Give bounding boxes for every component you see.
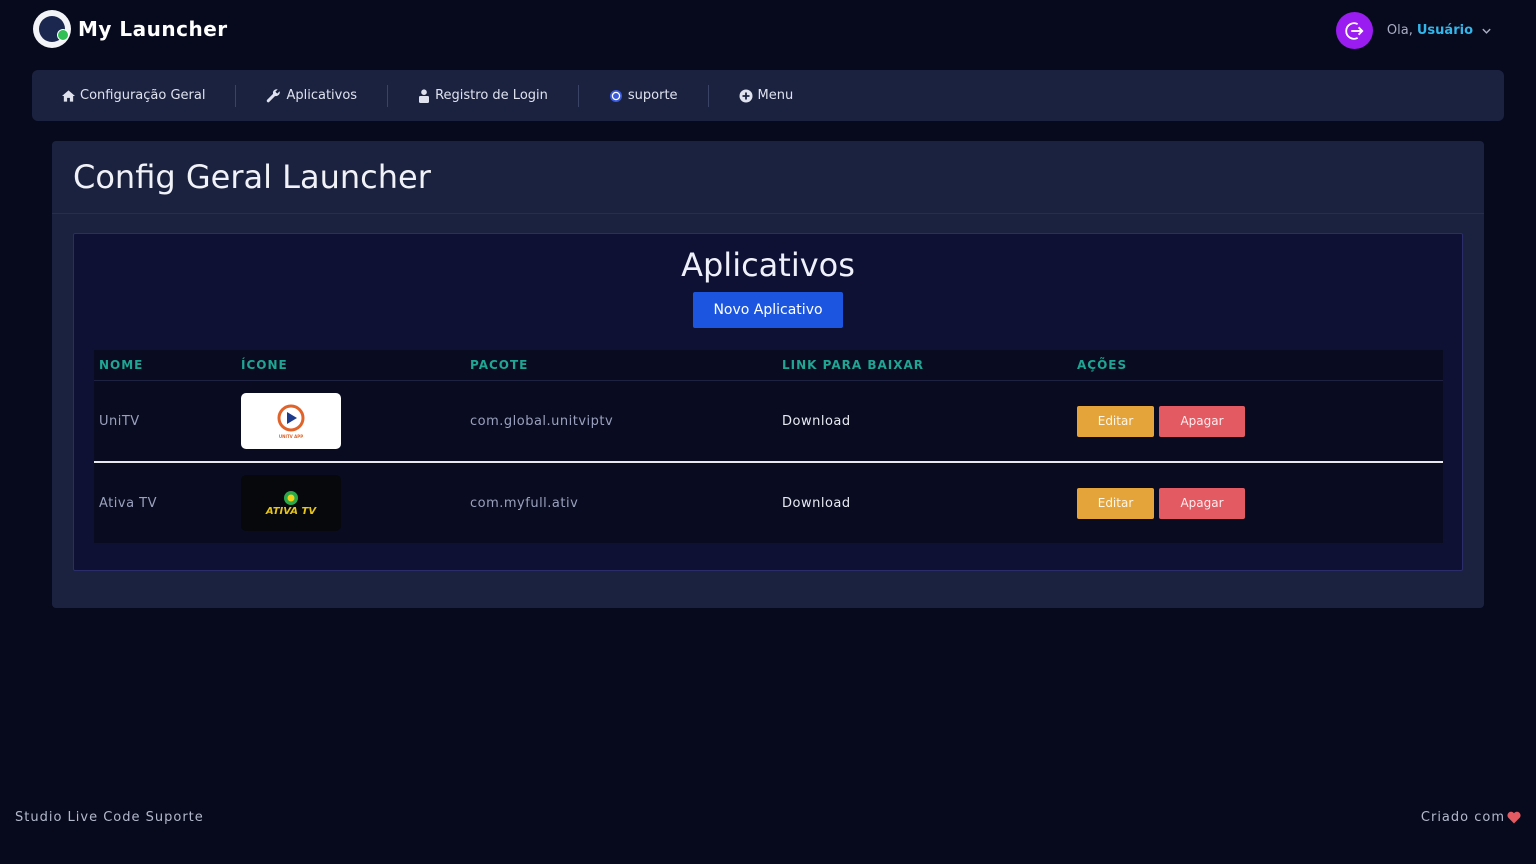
nav-item-suporte[interactable]: suporte <box>579 70 708 121</box>
column-header-icon: ÍCONE <box>241 358 288 372</box>
nav-label: Registro de Login <box>435 88 548 103</box>
apps-table: NOME ÍCONE PACOTE LINK PARA BAIXAR AÇÕES… <box>94 350 1443 543</box>
user-lock-icon <box>419 88 430 103</box>
user-greeting: Ola, <box>1386 23 1413 38</box>
nav-label: Aplicativos <box>286 88 358 103</box>
user-name[interactable]: Usuário <box>1417 23 1473 38</box>
user-menu[interactable]: Ola, Usuário <box>1335 12 1492 49</box>
logout-icon[interactable] <box>1335 12 1373 49</box>
column-header-package: PACOTE <box>470 358 529 372</box>
chevron-down-icon[interactable] <box>1481 27 1492 35</box>
card-header: Config Geral Launcher <box>52 141 1484 214</box>
home-icon <box>62 89 75 102</box>
delete-button[interactable]: Apagar <box>1159 405 1245 437</box>
icon-caption: ATIVA TV <box>265 505 317 517</box>
column-header-link: LINK PARA BAIXAR <box>782 358 924 372</box>
column-header-name: NOME <box>99 358 144 372</box>
wrench-icon <box>267 89 281 103</box>
ativa-tv-app-icon: ATIVA TV <box>241 475 341 531</box>
page-title: Config Geral Launcher <box>73 158 431 196</box>
nav-item-registro-de-login[interactable]: Registro de Login <box>388 70 578 121</box>
app-package: com.global.unitviptv <box>470 413 614 429</box>
footer-made-with: Criado com <box>1421 810 1521 825</box>
app-name: UniTV <box>99 413 140 429</box>
app-package: com.myfull.ativ <box>470 495 579 511</box>
main-nav: Configuração Geral Aplicativos Registro … <box>32 70 1504 121</box>
top-bar: My Launcher Ola, Usuário <box>0 0 1536 60</box>
edit-button[interactable]: Editar <box>1077 487 1154 519</box>
brand-logo-icon <box>33 10 71 48</box>
download-link[interactable]: Download <box>782 414 851 429</box>
row-actions: Editar Apagar <box>1077 405 1245 437</box>
app-name: Ativa TV <box>99 495 157 511</box>
apps-title: Aplicativos <box>681 246 855 284</box>
apps-panel: Aplicativos Novo Aplicativo NOME ÍCONE P… <box>73 233 1463 571</box>
download-link[interactable]: Download <box>782 496 851 511</box>
new-app-button[interactable]: Novo Aplicativo <box>693 292 843 328</box>
column-header-actions: AÇÕES <box>1077 358 1128 372</box>
footer-credit[interactable]: Studio Live Code Suporte <box>15 810 204 825</box>
nav-item-menu[interactable]: Menu <box>709 70 824 121</box>
heart-icon <box>1507 811 1521 824</box>
nav-item-configuracao-geral[interactable]: Configuração Geral <box>32 70 235 121</box>
nav-label: Menu <box>757 88 794 103</box>
config-card: Config Geral Launcher Aplicativos Novo A… <box>52 141 1484 608</box>
brand[interactable]: My Launcher <box>33 10 228 48</box>
whatsapp-icon <box>609 89 622 102</box>
table-row: Ativa TV ATIVA TV com.myfull.ativ Downlo… <box>94 463 1443 543</box>
delete-button[interactable]: Apagar <box>1159 487 1245 519</box>
brand-name: My Launcher <box>78 17 228 41</box>
footer-made-with-text: Criado com <box>1420 810 1505 825</box>
table-row: UniTV UNITV APP com.global.unitviptv Dow… <box>94 381 1443 463</box>
nav-label: Configuração Geral <box>80 88 206 103</box>
row-actions: Editar Apagar <box>1077 487 1245 519</box>
edit-button[interactable]: Editar <box>1077 405 1154 437</box>
icon-caption: UNITV APP <box>278 433 304 439</box>
plus-circle-icon <box>739 89 753 102</box>
nav-item-aplicativos[interactable]: Aplicativos <box>236 70 387 121</box>
table-header: NOME ÍCONE PACOTE LINK PARA BAIXAR AÇÕES <box>94 350 1443 381</box>
nav-label: suporte <box>627 88 678 103</box>
unitv-app-icon: UNITV APP <box>241 393 341 449</box>
